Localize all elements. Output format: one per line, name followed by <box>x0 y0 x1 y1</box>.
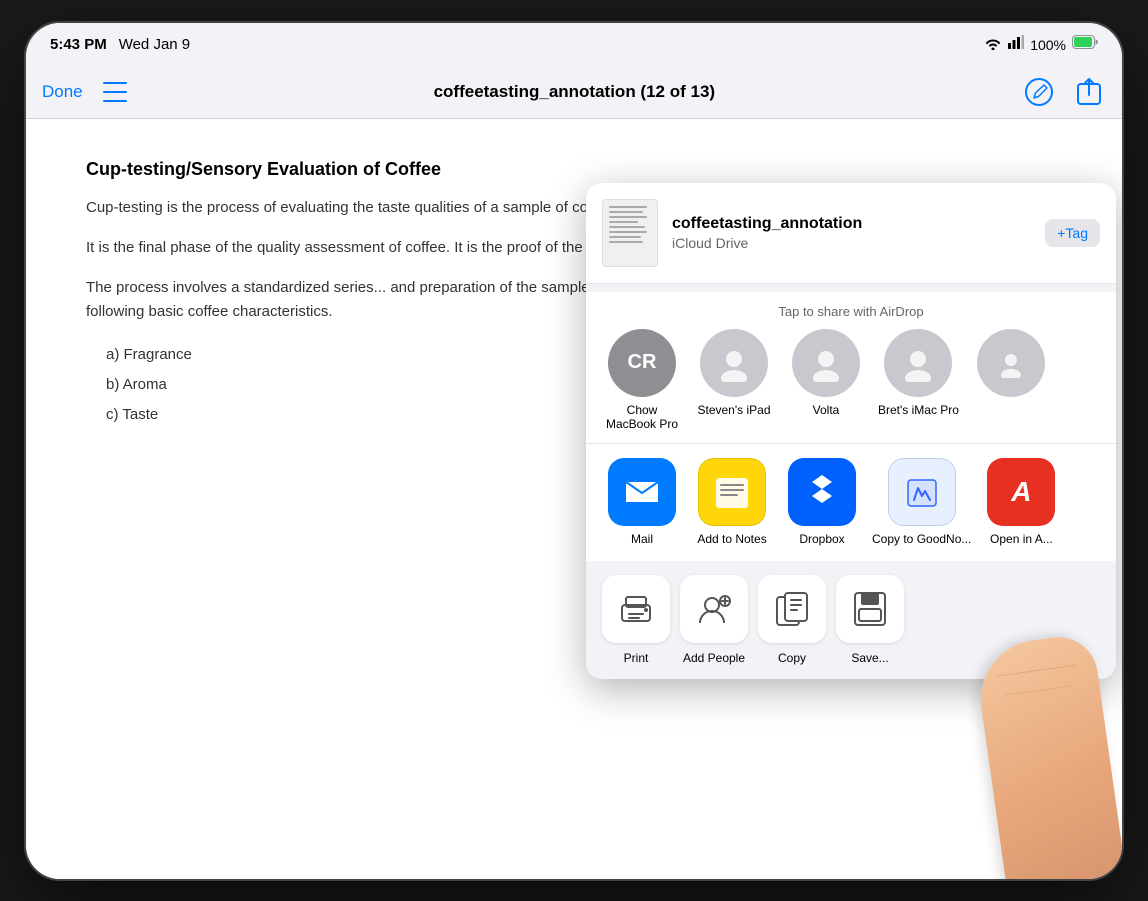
contact-avatar-chow: CR <box>608 329 676 397</box>
action-save[interactable]: Save... <box>836 575 904 665</box>
airdrop-section: Tap to share with AirDrop CR ChowMacBook… <box>586 292 1116 444</box>
contact-name-volta: Volta <box>813 403 840 417</box>
contact-brets-imac[interactable]: Bret's iMac Pro <box>878 329 959 432</box>
copy-label: Copy <box>778 651 806 665</box>
goodnotes-icon <box>888 458 956 526</box>
contact-name-stevens: Steven's iPad <box>697 403 770 417</box>
app-dropbox[interactable]: Dropbox <box>782 458 862 546</box>
contact-more[interactable] <box>971 329 1051 432</box>
nav-right <box>1022 75 1106 109</box>
notes-icon <box>698 458 766 526</box>
status-right: 100% <box>984 35 1098 54</box>
battery-percent: 100% <box>1030 37 1066 53</box>
notes-label: Add to Notes <box>697 532 766 546</box>
contact-avatar-brets <box>884 329 952 397</box>
action-add-people[interactable]: Add People <box>680 575 748 665</box>
acrobat-label: Open in A... <box>990 532 1053 546</box>
list-icon-button[interactable] <box>103 82 127 102</box>
contact-avatar-more <box>977 329 1045 397</box>
contact-stevens-ipad[interactable]: Steven's iPad <box>694 329 774 432</box>
app-icons-row: Mail Add to Notes <box>586 443 1116 560</box>
tag-button[interactable]: +Tag <box>1045 219 1100 247</box>
share-sheet: coffeetasting_annotation iCloud Drive +T… <box>586 183 1116 679</box>
save-label: Save... <box>851 651 888 665</box>
app-mail[interactable]: Mail <box>602 458 682 546</box>
file-location: iCloud Drive <box>672 235 1031 251</box>
signal-icon <box>1008 35 1024 54</box>
file-info: coffeetasting_annotation iCloud Drive <box>672 215 1031 251</box>
done-button[interactable]: Done <box>42 82 83 102</box>
wifi-icon <box>984 36 1002 53</box>
nav-left: Done <box>42 82 127 102</box>
add-people-label: Add People <box>683 651 745 665</box>
dropbox-label: Dropbox <box>799 532 844 546</box>
action-copy[interactable]: Copy <box>758 575 826 665</box>
print-button[interactable] <box>602 575 670 643</box>
action-print[interactable]: Print <box>602 575 670 665</box>
file-thumbnail <box>602 199 658 267</box>
save-button[interactable] <box>836 575 904 643</box>
app-notes[interactable]: Add to Notes <box>692 458 772 546</box>
battery-icon <box>1072 35 1098 54</box>
mail-icon <box>608 458 676 526</box>
contact-avatar-volta <box>792 329 860 397</box>
contact-name-chow: ChowMacBook Pro <box>606 403 678 432</box>
airdrop-label: Tap to share with AirDrop <box>602 304 1100 319</box>
goodnotes-label: Copy to GoodNo... <box>872 532 971 546</box>
contact-chow[interactable]: CR ChowMacBook Pro <box>602 329 682 432</box>
device-screen: 5:43 PM Wed Jan 9 <box>26 23 1122 879</box>
app-goodnotes[interactable]: Copy to GoodNo... <box>872 458 971 546</box>
share-button[interactable] <box>1072 75 1106 109</box>
print-label: Print <box>624 651 649 665</box>
status-date: Wed Jan 9 <box>119 36 190 53</box>
add-people-button[interactable] <box>680 575 748 643</box>
airdrop-contacts: CR ChowMacBook Pro Steven's iPad <box>602 329 1100 444</box>
action-row: Print Add People <box>586 561 1116 679</box>
app-acrobat[interactable]: A Open in A... <box>981 458 1061 546</box>
acrobat-icon: A <box>987 458 1055 526</box>
contact-avatar-stevens <box>700 329 768 397</box>
nav-title: coffeetasting_annotation (12 of 13) <box>434 82 715 102</box>
annotate-button[interactable] <box>1022 75 1056 109</box>
status-time: 5:43 PM <box>50 36 107 53</box>
status-bar: 5:43 PM Wed Jan 9 <box>26 23 1122 67</box>
contact-name-brets: Bret's iMac Pro <box>878 403 959 417</box>
nav-bar: Done coffeetasting_annotation (12 of 13) <box>26 67 1122 119</box>
dropbox-icon <box>788 458 856 526</box>
file-name: coffeetasting_annotation <box>672 215 1031 233</box>
doc-heading: Cup-testing/Sensory Evaluation of Coffee <box>86 159 1062 180</box>
device-frame: 5:43 PM Wed Jan 9 <box>24 21 1124 881</box>
share-file-header: coffeetasting_annotation iCloud Drive +T… <box>586 183 1116 284</box>
copy-button[interactable] <box>758 575 826 643</box>
mail-label: Mail <box>631 532 653 546</box>
contact-volta[interactable]: Volta <box>786 329 866 432</box>
